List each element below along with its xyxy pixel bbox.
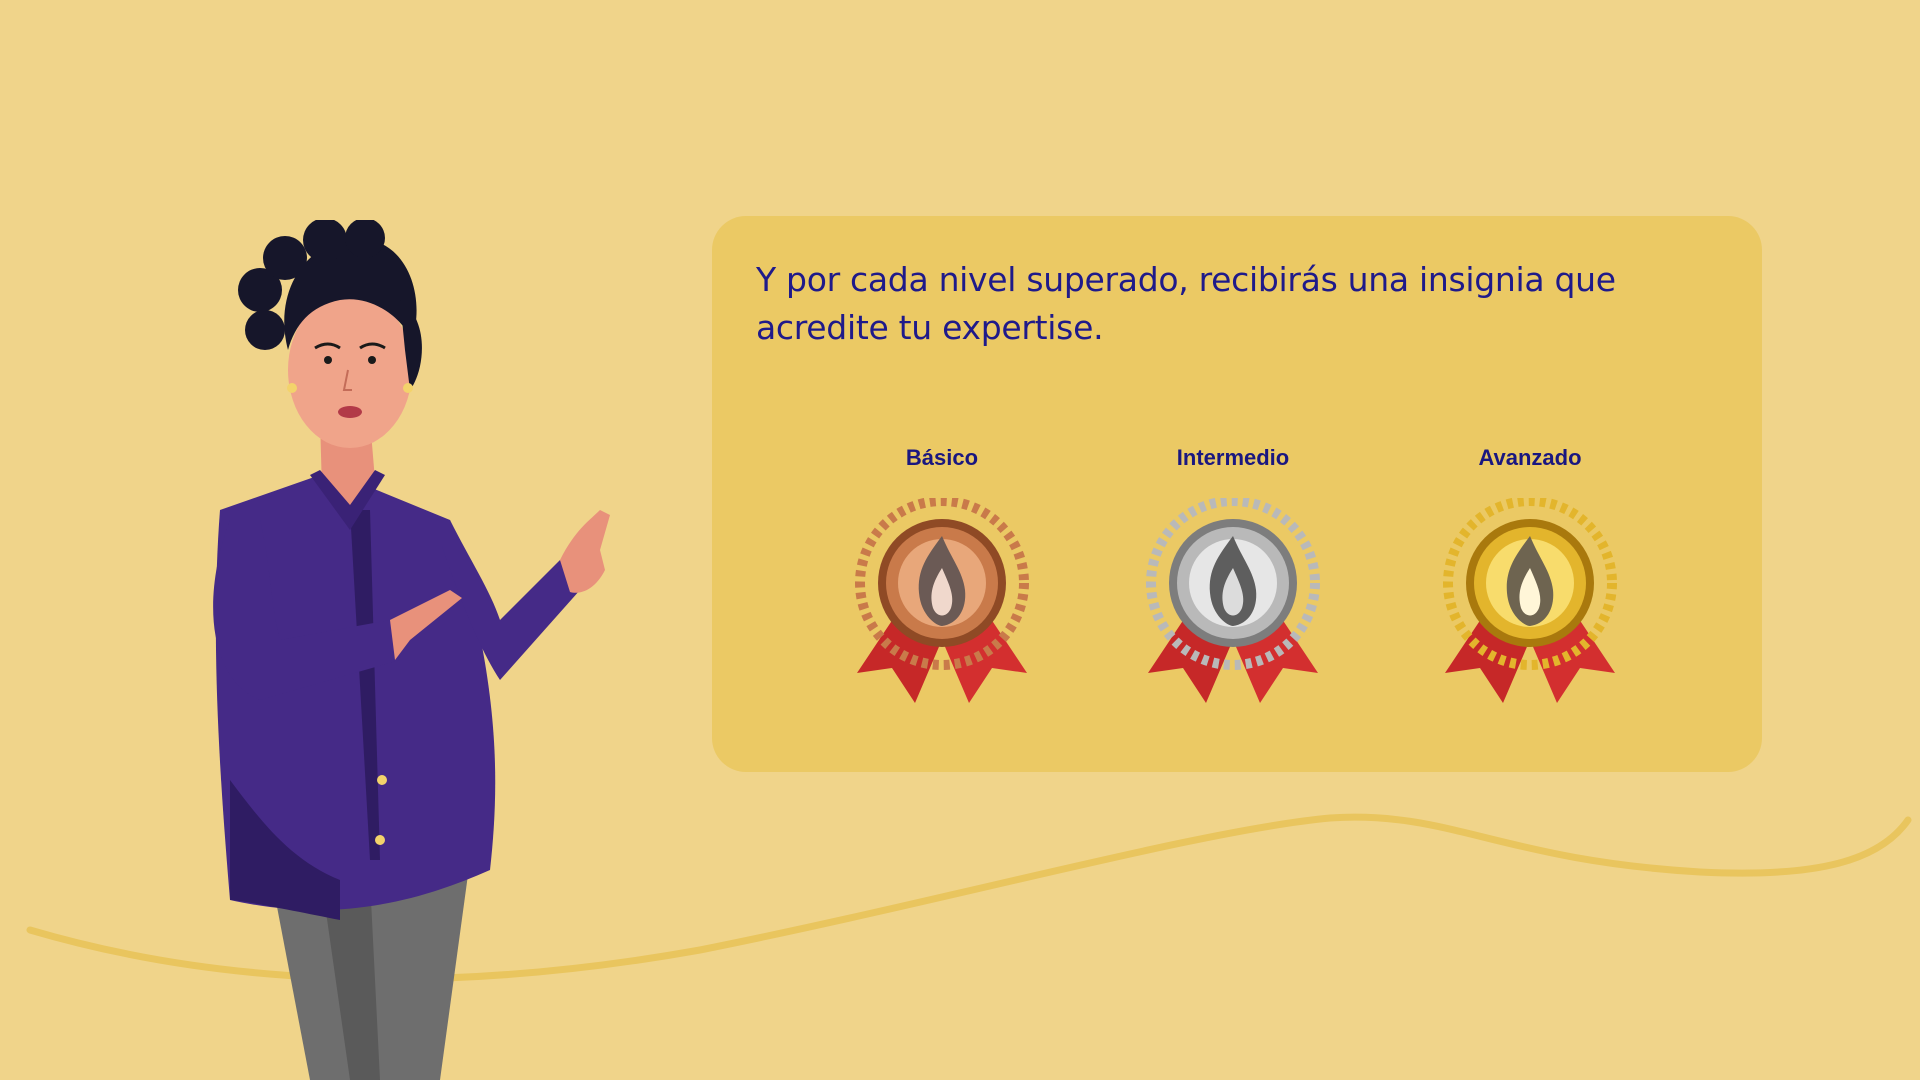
info-card: Y por cada nivel superado, recibirás una…	[712, 216, 1762, 772]
silver-medal-icon	[1146, 498, 1320, 703]
badge-avanzado: Avanzado	[1420, 444, 1640, 708]
slide-stage: Y por cada nivel superado, recibirás una…	[0, 0, 1920, 1080]
badge-label: Básico	[905, 445, 979, 470]
slide-message: Y por cada nivel superado, recibirás una…	[756, 260, 1616, 347]
presenter-illustration	[213, 220, 610, 1080]
bronze-medal-icon	[855, 498, 1029, 703]
badge-basico: Básico	[832, 444, 1052, 708]
badge-intermedio: Intermedio	[1123, 444, 1343, 708]
badge-label: Avanzado	[1478, 445, 1582, 470]
gold-medal-icon	[1443, 498, 1617, 703]
badge-label: Intermedio	[1176, 445, 1290, 470]
